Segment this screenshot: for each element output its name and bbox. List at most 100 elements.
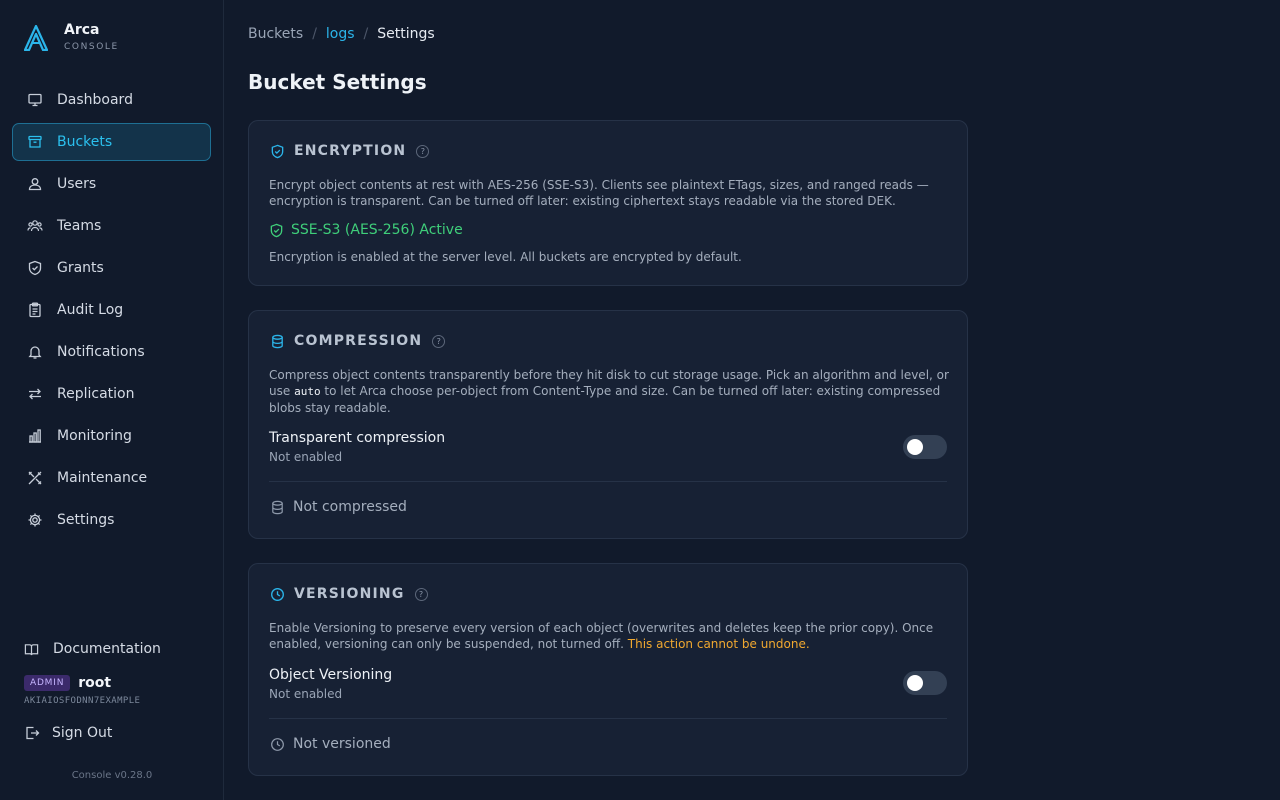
gear-icon <box>27 512 43 528</box>
shield-check-icon <box>271 144 284 158</box>
clipboard-icon <box>27 302 43 318</box>
help-icon[interactable]: ? <box>414 587 428 601</box>
tools-icon <box>27 470 43 486</box>
divider <box>269 718 947 719</box>
breadcrumb: Buckets / logs / Settings <box>248 26 435 42</box>
sidebar-item-label: Buckets <box>57 134 113 150</box>
compression-state: Not compressed <box>270 499 407 515</box>
access-key: AKIAIOSFODNN7EXAMPLE <box>24 696 141 706</box>
encryption-status: SSE-S3 (AES-256) Active <box>269 222 463 238</box>
clock-icon <box>271 587 284 601</box>
sidebar-item-label: Replication <box>57 386 135 402</box>
sidebar-item-buckets[interactable]: Buckets <box>12 123 211 161</box>
sidebar-item-users[interactable]: Users <box>12 165 211 203</box>
compression-card: COMPRESSION ? Compress object contents t… <box>248 310 968 539</box>
sidebar-item-label: Teams <box>57 218 102 234</box>
sidebar-item-audit-log[interactable]: Audit Log <box>12 291 211 329</box>
sidebar-item-label: Notifications <box>57 344 145 360</box>
bell-icon <box>27 344 43 360</box>
versioning-setting-status: Not enabled <box>269 687 343 701</box>
encryption-header: ENCRYPTION ? <box>270 143 430 159</box>
documentation-link[interactable]: Documentation <box>24 638 204 660</box>
brand[interactable]: Arca CONSOLE <box>24 22 119 53</box>
versioning-toggle[interactable] <box>903 671 947 695</box>
encryption-description: Encrypt object contents at rest with AES… <box>269 178 929 208</box>
shield-check-icon <box>270 223 283 237</box>
compression-title: COMPRESSION <box>294 333 423 349</box>
logout-icon <box>26 726 40 740</box>
versioning-setting-title: Object Versioning <box>269 667 393 683</box>
help-icon[interactable]: ? <box>416 144 430 158</box>
sign-out-label: Sign Out <box>52 725 113 741</box>
sidebar-item-maintenance[interactable]: Maintenance <box>12 459 211 497</box>
current-user: ADMIN root <box>24 675 204 691</box>
archive-box-icon <box>27 134 43 150</box>
database-icon <box>272 334 283 348</box>
toggle-knob <box>907 675 923 691</box>
breadcrumb-separator: / <box>312 26 317 42</box>
monitor-icon <box>27 92 43 108</box>
sidebar-item-label: Settings <box>57 512 115 528</box>
clock-icon <box>271 737 284 751</box>
brand-name: Arca <box>64 22 100 38</box>
encryption-status-label: SSE-S3 (AES-256) Active <box>291 222 463 238</box>
compression-setting-status: Not enabled <box>269 450 343 464</box>
sign-out-button[interactable]: Sign Out <box>24 722 204 744</box>
sidebar-item-label: Maintenance <box>57 470 148 486</box>
sidebar-item-label: Audit Log <box>57 302 124 318</box>
users-icon <box>27 218 43 234</box>
compression-toggle[interactable] <box>903 435 947 459</box>
compression-description-text: to let Arca choose per-object from Conte… <box>269 384 941 415</box>
user-icon <box>27 176 43 192</box>
documentation-label: Documentation <box>53 641 161 657</box>
versioning-state-label: Not versioned <box>293 736 391 752</box>
breadcrumb-buckets[interactable]: Buckets <box>248 26 303 42</box>
book-icon <box>24 643 39 655</box>
sidebar-item-teams[interactable]: Teams <box>12 207 211 245</box>
page-title: Bucket Settings <box>248 70 427 94</box>
compression-setting-title: Transparent compression <box>269 430 446 446</box>
compression-setting: Transparent compression Not enabled <box>269 429 445 464</box>
versioning-description-text: Enable Versioning to preserve every vers… <box>269 621 934 651</box>
arca-logo-icon <box>24 24 48 51</box>
versioning-state: Not versioned <box>270 736 391 752</box>
versioning-setting: Object Versioning Not enabled <box>269 666 392 701</box>
encryption-note: Encryption is enabled at the server leve… <box>269 250 742 264</box>
sidebar-item-settings[interactable]: Settings <box>12 501 211 539</box>
auto-code: auto <box>294 385 321 398</box>
username: root <box>78 675 112 691</box>
versioning-card: VERSIONING ? Enable Versioning to preser… <box>248 563 968 776</box>
encryption-title: ENCRYPTION <box>294 143 407 159</box>
database-icon <box>272 500 283 514</box>
toggle-knob <box>907 439 923 455</box>
versioning-title: VERSIONING <box>294 586 405 602</box>
brand-subtitle: CONSOLE <box>64 42 119 52</box>
versioning-header: VERSIONING ? <box>270 586 428 602</box>
sidebar: Arca CONSOLE Dashboard Buckets Users Tea… <box>0 0 224 800</box>
compression-header: COMPRESSION ? <box>270 333 446 349</box>
sidebar-item-label: Grants <box>57 260 104 276</box>
bar-chart-icon <box>27 428 43 444</box>
arrows-icon <box>27 386 43 402</box>
sidebar-item-grants[interactable]: Grants <box>12 249 211 287</box>
breadcrumb-separator: / <box>363 26 369 42</box>
breadcrumb-current: Settings <box>377 26 435 42</box>
encryption-card: ENCRYPTION ? Encrypt object contents at … <box>248 120 968 286</box>
breadcrumb-bucket[interactable]: logs <box>326 26 355 42</box>
versioning-warning: This action cannot be undone. <box>627 637 810 651</box>
sidebar-footer: Documentation ADMIN root AKIAIOSFODNN7EX… <box>24 638 204 744</box>
role-badge: ADMIN <box>24 675 71 691</box>
sidebar-item-label: Dashboard <box>57 92 133 108</box>
sidebar-item-label: Monitoring <box>57 428 132 444</box>
help-icon[interactable]: ? <box>432 334 446 348</box>
sidebar-nav: Dashboard Buckets Users Teams Grants Aud… <box>12 81 211 543</box>
versioning-description: Enable Versioning to preserve every vers… <box>269 620 949 652</box>
divider <box>269 481 947 482</box>
compression-description: Compress object contents transparently b… <box>269 367 949 416</box>
sidebar-item-replication[interactable]: Replication <box>12 375 211 413</box>
sidebar-item-notifications[interactable]: Notifications <box>12 333 211 371</box>
sidebar-item-monitoring[interactable]: Monitoring <box>12 417 211 455</box>
sidebar-item-dashboard[interactable]: Dashboard <box>12 81 211 119</box>
app-version: Console v0.28.0 <box>71 770 153 781</box>
shield-icon <box>27 260 43 276</box>
